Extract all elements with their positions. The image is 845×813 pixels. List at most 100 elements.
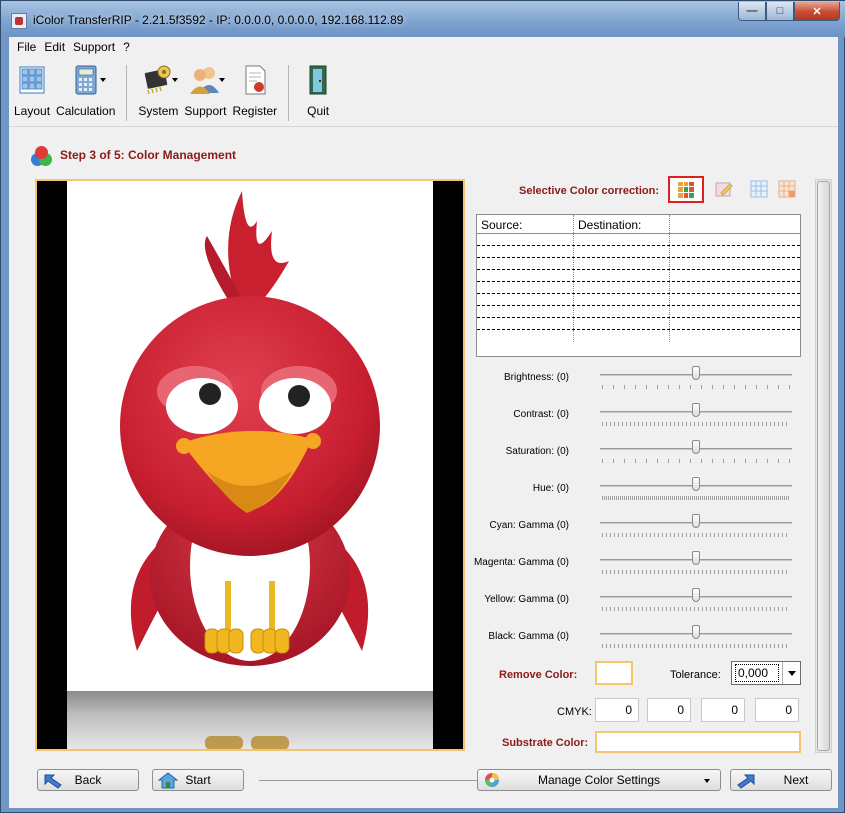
table-cell — [670, 330, 800, 342]
black-gamma-slider-row: Black: Gamma (0) — [476, 623, 806, 653]
tolerance-select[interactable]: 0,000 — [731, 661, 801, 685]
system-chip-icon — [140, 63, 179, 97]
door-exit-icon — [300, 63, 336, 97]
vertical-scrollbar[interactable] — [815, 179, 832, 753]
add-correction-button[interactable] — [668, 176, 704, 203]
contrast-label: Contrast: (0) — [513, 409, 569, 420]
brightness-slider[interactable] — [600, 366, 792, 380]
menu-support[interactable]: Support — [69, 40, 119, 54]
cyan-gamma-slider[interactable] — [600, 514, 792, 528]
color-correction-table[interactable]: Source: Destination: — [476, 214, 801, 357]
menu-edit[interactable]: Edit — [40, 40, 69, 54]
tolerance-value: 0,000 — [735, 664, 779, 682]
contrast-slider[interactable] — [600, 403, 792, 417]
table-header: Source: Destination: — [477, 215, 800, 234]
table-cell — [477, 270, 574, 281]
manage-color-settings-label: Manage Color Settings — [537, 773, 661, 787]
hue-slider[interactable] — [600, 477, 792, 491]
support-label: Support — [184, 104, 227, 118]
step-title: Step 3 of 5: Color Management — [60, 148, 237, 162]
slider-thumb[interactable] — [692, 366, 700, 380]
grid-remove-icon — [778, 180, 796, 198]
table-row[interactable] — [477, 258, 800, 270]
cyan-gamma-slider-row: Cyan: Gamma (0) — [476, 512, 806, 542]
substrate-color-label: Substrate Color: — [502, 737, 589, 749]
table-view-button[interactable] — [747, 178, 771, 200]
cmyk-cyan-input[interactable]: 0 — [595, 698, 639, 722]
register-label: Register — [232, 104, 278, 118]
magenta-gamma-slider[interactable] — [600, 551, 792, 565]
start-button[interactable]: Start — [152, 769, 244, 791]
table-cell — [574, 294, 670, 305]
column-source[interactable]: Source: — [477, 215, 574, 233]
menu-file[interactable]: File — [13, 40, 40, 54]
column-extra[interactable] — [670, 215, 800, 233]
quit-button[interactable]: Quit — [297, 63, 339, 123]
support-button[interactable]: Support — [181, 63, 229, 123]
title-bar[interactable]: iColor TransferRIP - 2.21.5f3592 - IP: 0… — [1, 1, 845, 37]
magenta-gamma-label: Magenta: Gamma (0) — [473, 557, 569, 568]
table-row[interactable] — [477, 270, 800, 282]
slider-ticks — [602, 533, 790, 537]
slider-ticks — [602, 385, 790, 389]
edit-correction-button[interactable] — [712, 178, 736, 200]
contrast-slider-row: Contrast: (0) — [476, 401, 806, 431]
slider-ticks — [602, 644, 790, 648]
toolbar-separator — [126, 65, 128, 121]
slider-thumb[interactable] — [692, 514, 700, 528]
maximize-button[interactable]: □ — [766, 2, 794, 21]
table-cell — [574, 306, 670, 317]
yellow-gamma-slider[interactable] — [600, 588, 792, 602]
table-row[interactable] — [477, 246, 800, 258]
table-cell — [670, 246, 800, 257]
slider-thumb[interactable] — [692, 477, 700, 491]
quit-label: Quit — [307, 104, 330, 118]
chevron-down-icon[interactable] — [782, 662, 800, 684]
table-row[interactable] — [477, 294, 800, 306]
chevron-down-icon — [704, 779, 710, 783]
slider-thumb[interactable] — [692, 440, 700, 454]
calculator-icon — [68, 63, 106, 97]
slider-thumb[interactable] — [692, 625, 700, 639]
cmyk-magenta-input[interactable]: 0 — [647, 698, 691, 722]
remove-color-swatch[interactable] — [595, 661, 633, 685]
cmyk-yellow-input[interactable]: 0 — [701, 698, 745, 722]
slider-thumb[interactable] — [692, 588, 700, 602]
table-cell — [574, 330, 670, 342]
saturation-label: Saturation: (0) — [505, 446, 569, 457]
close-button[interactable]: ✕ — [794, 2, 840, 21]
table-row[interactable] — [477, 282, 800, 294]
menu-help[interactable]: ? — [119, 40, 134, 54]
manage-color-settings-button[interactable]: Manage Color Settings — [477, 769, 721, 791]
table-row[interactable] — [477, 330, 800, 342]
column-destination[interactable]: Destination: — [574, 215, 670, 233]
layout-button[interactable]: Layout — [11, 63, 53, 123]
minimize-button[interactable]: — — [738, 2, 766, 21]
image-preview[interactable] — [35, 179, 465, 751]
saturation-slider[interactable] — [600, 440, 792, 454]
tolerance-label: Tolerance: — [670, 669, 721, 681]
window-controls: — □ ✕ — [738, 2, 840, 22]
cmyk-black-input[interactable]: 0 — [755, 698, 799, 722]
black-gamma-slider[interactable] — [600, 625, 792, 639]
table-row[interactable] — [477, 306, 800, 318]
delete-correction-button[interactable] — [775, 178, 799, 200]
slider-thumb[interactable] — [692, 403, 700, 417]
next-button[interactable]: Next — [730, 769, 832, 791]
grid-add-icon — [678, 181, 694, 198]
table-row[interactable] — [477, 318, 800, 330]
slider-thumb[interactable] — [692, 551, 700, 565]
back-button[interactable]: Back — [37, 769, 139, 791]
table-row[interactable] — [477, 234, 800, 246]
table-cell — [574, 246, 670, 257]
brightness-slider-row: Brightness: (0) — [476, 364, 806, 394]
substrate-color-field[interactable] — [595, 731, 801, 753]
table-cell — [477, 282, 574, 293]
chevron-down-icon — [219, 78, 226, 82]
system-button[interactable]: System — [135, 63, 181, 123]
back-label: Back — [74, 773, 102, 787]
calculation-button[interactable]: Calculation — [53, 63, 118, 123]
scrollbar-thumb[interactable] — [817, 181, 830, 751]
chevron-down-icon — [172, 78, 179, 82]
register-button[interactable]: Register — [229, 63, 280, 123]
